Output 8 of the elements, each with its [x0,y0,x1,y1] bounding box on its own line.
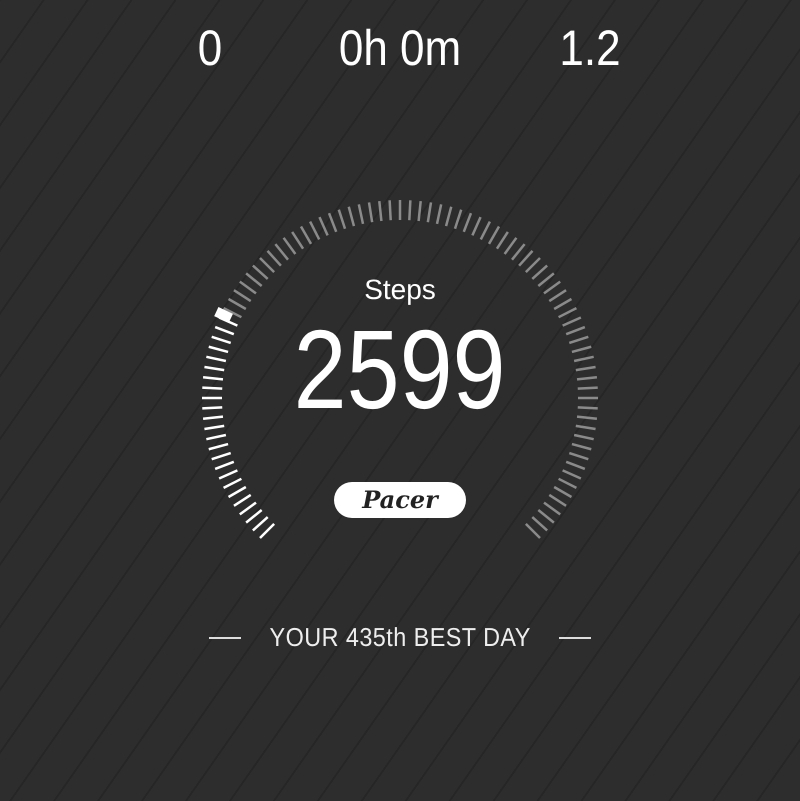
stat-value: 0h 0m [338,19,462,78]
steps-count: 2599 [294,310,506,430]
gauge-marker [214,307,233,323]
steps-label: Steps [364,274,436,306]
stat-value: 0 [196,19,224,78]
stat-value: 1.2 [558,19,622,78]
brand-logo: Pacer [334,482,466,518]
best-day-text: YOUR 435th BEST DAY [269,622,531,653]
